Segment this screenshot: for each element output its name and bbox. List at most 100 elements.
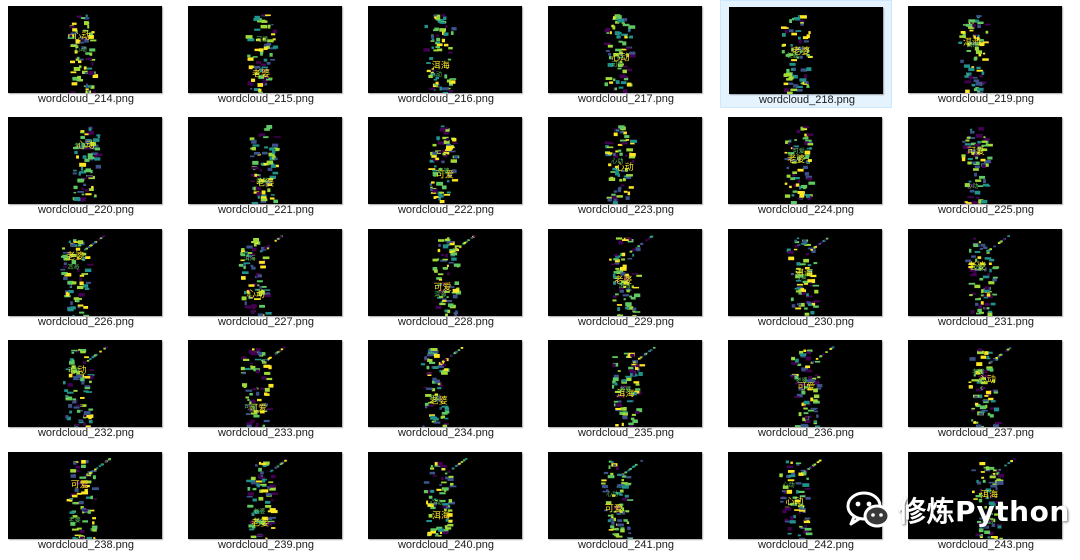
file-name: wordcloud_223.png xyxy=(577,204,675,216)
wordcloud-word: 心动 xyxy=(247,289,265,300)
file-name: wordcloud_217.png xyxy=(577,93,675,105)
file-item[interactable]: 心动 老婆 wordcloud_237.png xyxy=(900,334,1072,442)
file-item[interactable]: 老婆 洱海 wordcloud_229.png xyxy=(540,223,712,331)
file-item[interactable]: 心动 老婆 wordcloud_220.png xyxy=(0,111,172,219)
file-name: wordcloud_218.png xyxy=(758,94,856,106)
wordcloud-silhouette: 老婆可爱 xyxy=(420,347,464,427)
wordcloud-silhouette: 可爱老婆 xyxy=(428,125,460,204)
file-item[interactable]: 可爱 老婆 wordcloud_222.png xyxy=(360,111,532,219)
file-name: wordcloud_231.png xyxy=(937,316,1035,328)
wordcloud-word: 老婆 xyxy=(438,167,450,175)
wordcloud-silhouette: 心动可爱 xyxy=(63,346,108,427)
wordcloud-silhouette: 洱海老婆 xyxy=(611,346,656,427)
thumbnail-image: 老婆 可爱 xyxy=(368,340,522,427)
file-name: wordcloud_230.png xyxy=(757,316,855,328)
file-name: wordcloud_241.png xyxy=(577,539,675,551)
thumbnail-image: 老婆 洱海 xyxy=(548,229,702,316)
wordcloud-word: 老婆 xyxy=(251,517,269,529)
thumbnail-image: 老婆 老婆 xyxy=(729,7,883,94)
wordcloud-word: 心动 xyxy=(978,375,996,386)
wordcloud-silhouette: 可爱洱海 xyxy=(432,235,476,316)
wordcloud-word: 可爱 xyxy=(967,146,985,157)
thumbnail-image: 可爱 心动 xyxy=(908,117,1062,204)
wordcloud-silhouette: 心动老婆 xyxy=(968,347,1012,427)
file-item[interactable]: 老婆 可爱 wordcloud_224.png xyxy=(720,111,892,219)
file-name: wordcloud_219.png xyxy=(937,93,1035,105)
wordcloud-word: 洱海 xyxy=(67,263,79,271)
wordcloud-silhouette: 老婆洱海 xyxy=(60,235,106,316)
wordcloud-word: 洱海 xyxy=(432,510,450,522)
wordcloud-silhouette: 洱海洱海 xyxy=(958,15,991,93)
wordcloud-silhouette: 心动老婆 xyxy=(72,126,103,202)
file-name: wordcloud_224.png xyxy=(757,204,855,216)
wordcloud-word: 可爱 xyxy=(256,36,268,44)
wordcloud-word: 洱海 xyxy=(432,60,450,72)
thumbnail-image: 老婆 老婆 xyxy=(188,452,342,539)
wordcloud-silhouette: 可爱老婆 xyxy=(66,458,111,539)
thumbnail-image: 心动 洱海 xyxy=(188,229,342,316)
thumbnail-image: 老婆 可爱 xyxy=(188,6,342,93)
file-item[interactable]: 洱海 心动 wordcloud_240.png xyxy=(360,446,532,554)
file-item[interactable]: 老婆 可爱 wordcloud_234.png xyxy=(360,334,532,442)
wordcloud-word: 心动 xyxy=(966,183,978,190)
wordcloud-word: 可爱 xyxy=(71,480,89,491)
file-item[interactable]: 可爱 老婆 wordcloud_238.png xyxy=(0,446,172,554)
file-name: wordcloud_222.png xyxy=(397,204,495,216)
file-name: wordcloud_232.png xyxy=(37,427,135,439)
file-item[interactable]: 老婆 可爱 wordcloud_231.png xyxy=(900,223,1072,331)
wordcloud-silhouette: 可爱心动 xyxy=(601,460,643,539)
file-item[interactable]: 心动 可爱 wordcloud_217.png xyxy=(540,0,712,108)
wordcloud-word: 老婆 xyxy=(619,385,631,393)
file-item[interactable]: 可爱 老婆 wordcloud_236.png xyxy=(720,334,892,442)
file-item[interactable]: 老婆 老婆 wordcloud_218.png xyxy=(720,0,892,108)
wordcloud-word: 洱海 xyxy=(256,177,268,185)
file-item[interactable]: 老婆 洱海 wordcloud_226.png xyxy=(0,223,172,331)
wordcloud-word: 老婆 xyxy=(972,368,984,376)
file-item[interactable]: 老婆 可爱 wordcloud_215.png xyxy=(180,0,352,108)
file-item[interactable]: 心动 洱海 wordcloud_227.png xyxy=(180,223,352,331)
file-name: wordcloud_229.png xyxy=(577,316,675,328)
wordcloud-silhouette: 洱海心动 xyxy=(423,458,468,537)
file-name: wordcloud_216.png xyxy=(397,93,495,105)
thumbnail-image: 老婆 可爱 xyxy=(728,117,882,204)
file-item[interactable]: 洱海 老婆 wordcloud_235.png xyxy=(540,334,712,442)
wordcloud-word: 老婆 xyxy=(69,516,81,524)
file-item[interactable]: 洱海 洱海 wordcloud_219.png xyxy=(900,0,1072,108)
thumbnail-image: 洱海 心动 xyxy=(368,452,522,539)
wordcloud-word: 心动 xyxy=(72,31,90,42)
wordcloud-silhouette: 可爱心动 xyxy=(961,127,993,204)
file-name: wordcloud_237.png xyxy=(937,427,1035,439)
file-name: wordcloud_233.png xyxy=(217,427,315,439)
file-item[interactable]: 洱海 可爱 wordcloud_230.png xyxy=(720,223,892,331)
file-name: wordcloud_227.png xyxy=(217,316,315,328)
file-item[interactable]: 可爱 心动 wordcloud_241.png xyxy=(540,446,712,554)
thumbnail-image: 可爱 洱海 xyxy=(368,229,522,316)
wordcloud-word: 老婆 xyxy=(786,52,798,60)
wordcloud-silhouette: 老婆可爱 xyxy=(245,14,279,93)
file-item[interactable]: 可爱 可爱 wordcloud_233.png xyxy=(180,334,352,442)
file-item[interactable]: 可爱 心动 wordcloud_225.png xyxy=(900,111,1072,219)
wordcloud-word: 可爱 xyxy=(68,367,80,375)
file-item[interactable]: 可爱 洱海 wordcloud_228.png xyxy=(360,223,532,331)
file-grid: 心动 心动 wordcloud_214.png 老婆 可爱 wordcloud_215.p… xyxy=(0,0,1080,560)
thumbnail-image: 洱海 心动 xyxy=(368,6,522,93)
file-item[interactable]: 老婆 洱海 wordcloud_221.png xyxy=(180,111,352,219)
file-item[interactable]: 洱海 心动 wordcloud_216.png xyxy=(360,0,532,108)
wordcloud-word: 心动 xyxy=(785,496,803,507)
file-item[interactable]: 心动 心动 wordcloud_223.png xyxy=(540,111,712,219)
file-name: wordcloud_243.png xyxy=(937,539,1035,551)
file-item[interactable]: 心动 心动 wordcloud_214.png xyxy=(0,0,172,108)
file-name: wordcloud_240.png xyxy=(397,539,495,551)
file-name: wordcloud_228.png xyxy=(397,316,495,328)
wordcloud-silhouette: 心动可爱 xyxy=(604,14,636,93)
file-name: wordcloud_234.png xyxy=(397,427,495,439)
wordcloud-silhouette: 心动洱海 xyxy=(238,235,283,316)
wordcloud-word: 老婆 xyxy=(66,250,84,262)
wordcloud-silhouette: 老婆洱海 xyxy=(609,235,654,316)
file-item[interactable]: 老婆 老婆 wordcloud_239.png xyxy=(180,446,352,554)
wordcloud-silhouette: 老婆老婆 xyxy=(781,15,813,94)
file-name: wordcloud_242.png xyxy=(757,539,855,551)
thumbnail-image: 心动 可爱 xyxy=(8,340,162,427)
file-item[interactable]: 心动 可爱 wordcloud_232.png xyxy=(0,334,172,442)
wordcloud-word: 心动 xyxy=(611,158,623,165)
